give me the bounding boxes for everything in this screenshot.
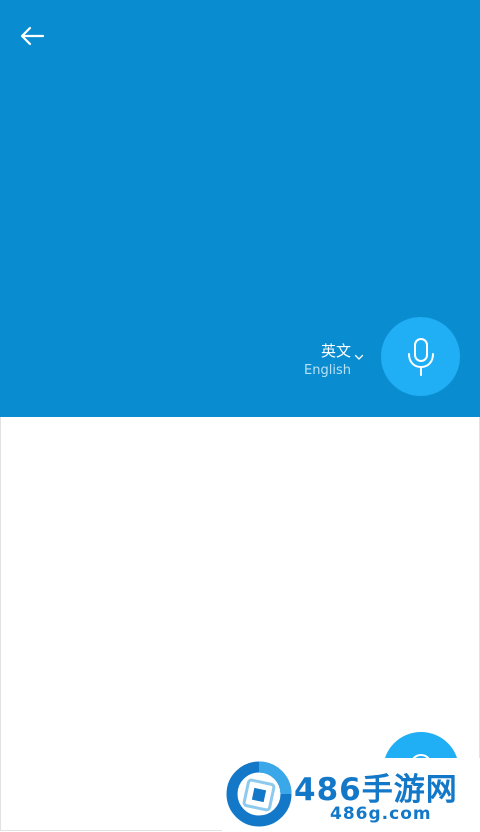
microphone-button[interactable] bbox=[381, 317, 460, 396]
watermark-title: 486手游网 bbox=[294, 772, 458, 808]
watermark: 486手游网 486g.com bbox=[222, 758, 480, 832]
watermark-domain: 486g.com bbox=[330, 804, 432, 824]
microphone-icon bbox=[407, 337, 434, 376]
chevron-down-icon bbox=[354, 354, 364, 361]
arrow-left-icon bbox=[20, 26, 45, 46]
back-button[interactable] bbox=[14, 20, 50, 52]
language-selector[interactable]: 英文 English bbox=[304, 340, 364, 380]
source-panel: 英文 English bbox=[0, 0, 480, 417]
language-primary-label: 英文 bbox=[320, 342, 351, 360]
language-secondary-label: English bbox=[304, 363, 351, 378]
watermark-logo bbox=[226, 761, 292, 827]
